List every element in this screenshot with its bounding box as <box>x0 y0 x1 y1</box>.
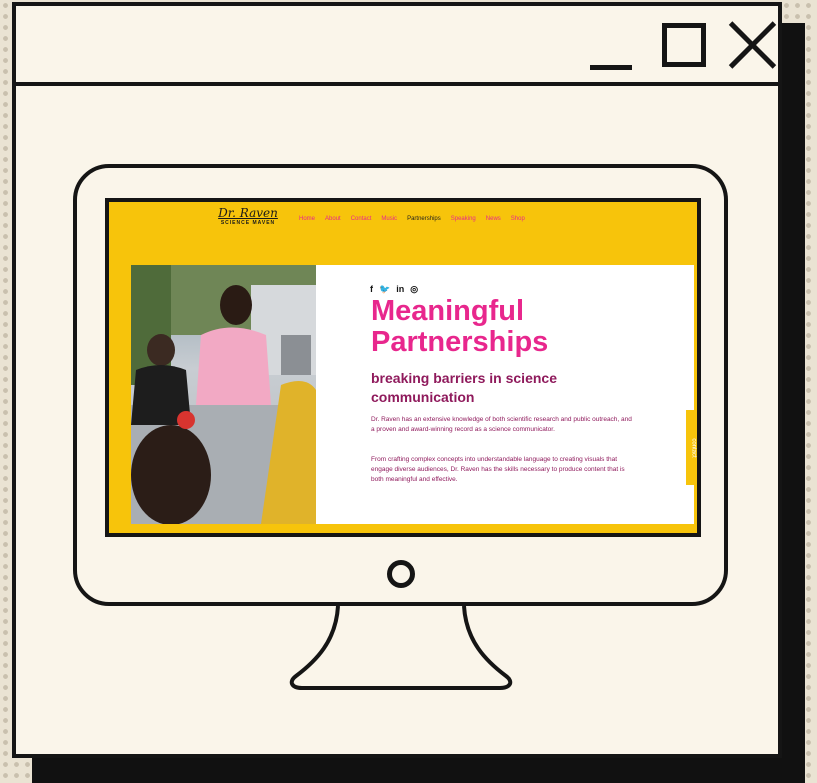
students-photo <box>131 265 316 524</box>
nav-music[interactable]: Music <box>381 216 397 222</box>
power-button-icon <box>387 560 415 588</box>
monitor-stand <box>289 606 513 690</box>
nav-speaking[interactable]: Speaking <box>451 216 476 222</box>
site-nav: Home About Contact Music Partnerships Sp… <box>299 216 525 222</box>
contact-tab[interactable]: contact <box>686 410 697 485</box>
title-line-2: Partnerships <box>371 326 549 358</box>
partnerships-card: f 🐦 in ◎ Meaningful Partnerships breakin… <box>316 265 694 524</box>
minimize-icon[interactable] <box>590 20 636 70</box>
website-screen: Dr. Raven SCIENCE MAVEN Home About Conta… <box>105 198 701 537</box>
close-icon[interactable] <box>728 20 778 70</box>
logo-subtitle: SCIENCE MAVEN <box>220 220 276 226</box>
intro-paragraph: Dr. Raven has an extensive knowledge of … <box>371 416 632 433</box>
subheading: breaking barriers in science communicati… <box>371 369 557 407</box>
title-line-1: Meaningful <box>371 295 525 327</box>
title-bar <box>16 6 778 86</box>
instagram-icon[interactable]: ◎ <box>410 284 418 295</box>
maximize-icon[interactable] <box>662 23 706 67</box>
subheading-line-1: breaking barriers in science <box>371 370 557 386</box>
detail-paragraph: From crafting complex concepts into unde… <box>371 456 625 483</box>
nav-shop[interactable]: Shop <box>511 216 525 222</box>
subheading-line-2: communication <box>371 389 475 405</box>
nav-news[interactable]: News <box>486 216 501 222</box>
site-logo[interactable]: Dr. Raven SCIENCE MAVEN <box>218 206 278 227</box>
twitter-icon[interactable]: 🐦 <box>379 284 390 295</box>
logo-script: Dr. Raven <box>218 206 278 220</box>
nav-about[interactable]: About <box>325 216 341 222</box>
nav-contact[interactable]: Contact <box>351 216 372 222</box>
contact-tab-label: contact <box>690 437 697 458</box>
nav-home[interactable]: Home <box>299 216 315 222</box>
social-links: f 🐦 in ◎ <box>370 284 418 295</box>
nav-partnerships[interactable]: Partnerships <box>407 216 441 222</box>
facebook-icon[interactable]: f <box>370 284 373 295</box>
linkedin-icon[interactable]: in <box>396 284 404 295</box>
page-title: Meaningful Partnerships <box>371 296 548 358</box>
retro-window: Dr. Raven SCIENCE MAVEN Home About Conta… <box>12 2 782 758</box>
